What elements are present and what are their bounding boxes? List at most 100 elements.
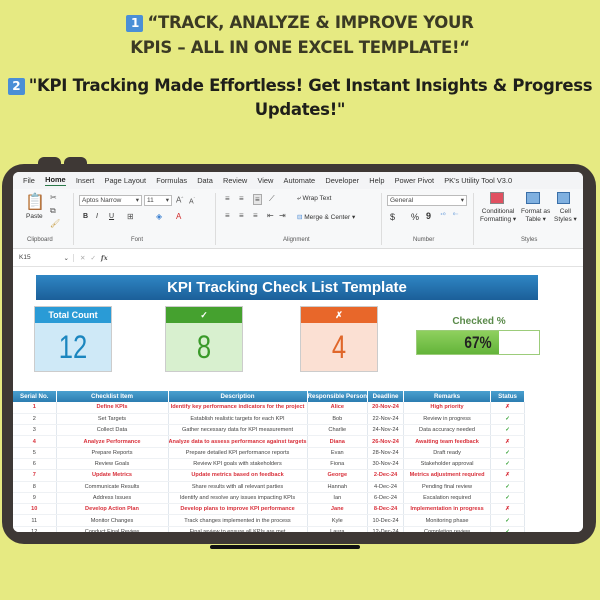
percent-button[interactable]: % (411, 212, 419, 222)
increase-font-icon[interactable]: A^ (176, 195, 183, 205)
status-check-icon[interactable]: ✓ (490, 526, 526, 532)
paste-button[interactable]: Paste (26, 213, 43, 220)
cell-serial[interactable]: 10 (13, 503, 57, 516)
cell-person[interactable]: Kyle (307, 514, 369, 527)
tab-insert[interactable]: Insert (76, 176, 94, 185)
tab-power-pivot[interactable]: Power Pivot (395, 176, 434, 185)
cell-serial[interactable]: 12 (13, 526, 57, 532)
cell-item[interactable]: Review Goals (56, 458, 169, 471)
cell-serial[interactable]: 7 (13, 469, 57, 482)
wrap-text-button[interactable]: ⤶ Wrap Text (297, 195, 331, 203)
status-cross-icon[interactable]: ✗ (490, 469, 526, 482)
cell-desc[interactable]: Develop plans to improve KPI performance (168, 503, 308, 516)
tab-home[interactable]: Home (45, 175, 66, 186)
cell-person[interactable]: Fiona (307, 458, 369, 471)
cell-item[interactable]: Communicate Results (56, 481, 169, 493)
cell-remarks[interactable]: Implementation in progress (403, 503, 492, 516)
cell-item[interactable]: Set Targets (56, 413, 169, 426)
status-check-icon[interactable]: ✓ (490, 458, 526, 471)
cell-item[interactable]: Analyze Performance (56, 435, 169, 448)
decrease-font-icon[interactable]: Aˇ (189, 196, 195, 205)
cell-desc[interactable]: Analyze data to assess performance again… (168, 435, 308, 448)
cell-desc[interactable]: Update metrics based on feedback (168, 469, 308, 482)
cell-deadline[interactable]: 26-Nov-24 (367, 435, 405, 448)
cell-serial[interactable]: 8 (13, 481, 57, 493)
increase-decimal-icon[interactable]: ⁺⁰ (440, 212, 446, 219)
cell-serial[interactable]: 2 (13, 413, 57, 426)
tab-view[interactable]: View (257, 176, 273, 185)
fill-color-icon[interactable]: ◈ (156, 212, 162, 221)
cell-remarks[interactable]: Completion review (403, 526, 492, 532)
cell-styles-button[interactable]: Cell Styles ▾ (554, 208, 577, 224)
currency-button[interactable]: $ (390, 212, 395, 222)
cell-deadline[interactable]: 6-Dec-24 (367, 492, 405, 505)
status-check-icon[interactable]: ✓ (490, 413, 526, 426)
cell-serial[interactable]: 3 (13, 424, 57, 437)
number-format-select[interactable]: General ▾ (387, 195, 467, 206)
borders-icon[interactable]: ⊞ (127, 212, 134, 221)
cell-remarks[interactable]: Stakeholder approval (403, 458, 492, 471)
cell-deadline[interactable]: 4-Dec-24 (367, 481, 405, 493)
cell-deadline[interactable]: 28-Nov-24 (367, 447, 405, 459)
font-color-icon[interactable]: A (176, 212, 181, 221)
cell-deadline[interactable]: 2-Dec-24 (367, 469, 405, 482)
cell-serial[interactable]: 6 (13, 458, 57, 471)
align-right-icon[interactable]: ≡ (253, 211, 258, 220)
cell-remarks[interactable]: Data accuracy needed (403, 424, 492, 437)
underline-button[interactable]: U (109, 213, 114, 220)
font-name-select[interactable]: Aptos Narrow ▾ (79, 195, 142, 206)
cell-item[interactable]: Update Metrics (56, 469, 169, 482)
status-check-icon[interactable]: ✓ (490, 492, 526, 505)
cell-desc[interactable]: Gather necessary data for KPI measuremen… (168, 424, 308, 437)
italic-button[interactable]: I (96, 213, 98, 220)
format-as-table-button[interactable]: Format as Table ▾ (521, 208, 550, 224)
cell-person[interactable]: Diana (307, 435, 369, 448)
status-cross-icon[interactable]: ✗ (490, 503, 526, 516)
formula-input[interactable] (113, 254, 413, 262)
cell-serial[interactable]: 9 (13, 492, 57, 505)
align-center-icon[interactable]: ≡ (239, 211, 244, 220)
cell-deadline[interactable]: 24-Nov-24 (367, 424, 405, 437)
orientation-icon[interactable]: ⟋ (269, 194, 275, 204)
status-check-icon[interactable]: ✓ (490, 447, 526, 459)
cell-desc[interactable]: Final review to ensure all KPIs are met (168, 526, 308, 532)
cell-remarks[interactable]: Monitoring phase (403, 514, 492, 527)
cell-desc[interactable]: Review KPI goals with stakeholders (168, 458, 308, 471)
cell-desc[interactable]: Establish realistic targets for each KPI (168, 413, 308, 426)
tab-file[interactable]: File (23, 176, 35, 185)
cell-deadline[interactable]: 10-Dec-24 (367, 514, 405, 527)
cell-remarks[interactable]: Escalation required (403, 492, 492, 505)
cell-item[interactable]: Develop Action Plan (56, 503, 169, 516)
cell-serial[interactable]: 5 (13, 447, 57, 459)
cell-item[interactable]: Address Issues (56, 492, 169, 505)
cell-remarks[interactable]: Draft ready (403, 447, 492, 459)
cancel-icon[interactable]: ✕ (80, 254, 85, 262)
status-check-icon[interactable]: ✓ (490, 514, 526, 527)
insert-function-button[interactable]: fx (101, 254, 108, 262)
cut-icon[interactable]: ✂ (50, 193, 57, 202)
status-check-icon[interactable]: ✓ (490, 481, 526, 493)
comma-button[interactable]: 9 (426, 211, 431, 221)
enter-icon[interactable]: ✓ (90, 254, 95, 262)
name-box[interactable]: K15 ⌄ (13, 254, 73, 262)
align-left-icon[interactable]: ≡ (225, 211, 230, 220)
cell-person[interactable]: Laura (307, 526, 369, 532)
cell-remarks[interactable]: Pending final review (403, 481, 492, 493)
format-painter-icon[interactable]: 🖌 (50, 219, 60, 228)
tab-page-layout[interactable]: Page Layout (105, 176, 147, 185)
cell-person[interactable]: George (307, 469, 369, 482)
cell-person[interactable]: Alice (307, 402, 369, 414)
tab-review[interactable]: Review (223, 176, 247, 185)
cell-deadline[interactable]: 20-Nov-24 (367, 402, 405, 414)
cell-desc[interactable]: Identify and resolve any issues impactin… (168, 492, 308, 505)
cell-desc[interactable]: Identify key performance indicators for … (168, 402, 308, 414)
cell-deadline[interactable]: 12-Dec-24 (367, 526, 405, 532)
cell-remarks[interactable]: Awaiting team feedback (403, 435, 492, 448)
tab-pk-s-utility-tool-v3-0[interactable]: PK's Utility Tool V3.0 (444, 176, 512, 185)
font-size-select[interactable]: 11 ▾ (144, 195, 172, 206)
cell-person[interactable]: Ian (307, 492, 369, 505)
tab-formulas[interactable]: Formulas (156, 176, 187, 185)
cell-remarks[interactable]: Metrics adjustment required (403, 469, 492, 482)
cell-serial[interactable]: 4 (13, 435, 57, 448)
cell-desc[interactable]: Prepare detailed KPI performance reports (168, 447, 308, 459)
